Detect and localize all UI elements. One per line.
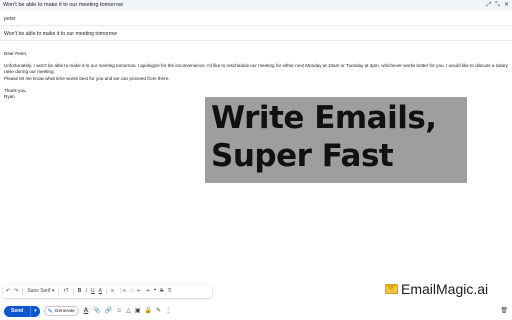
drive-icon[interactable]: △ — [126, 308, 131, 314]
subject-field[interactable]: Won't be able to make it to our meeting … — [0, 27, 512, 41]
quote-icon[interactable]: ❝ — [153, 289, 156, 294]
promo-line1: Write Emails, — [211, 100, 437, 136]
formatting-toolbar: ↶ ↷ Sans Serif ▾ ᴛT B I U A ≡ ⋮≡ ∷ ⇤ ⇥ ❝… — [3, 285, 212, 298]
generate-button[interactable]: ✎ Generate — [43, 306, 79, 316]
compose-window: Won't be able to make it to our meeting … — [0, 0, 512, 320]
generate-label: Generate — [54, 308, 75, 314]
compose-title: Won't be able to make it to our meeting … — [3, 2, 123, 8]
envelope-icon — [385, 284, 398, 294]
lock-icon[interactable]: 🔒 — [145, 308, 152, 314]
expand-icon[interactable]: ⤡ — [495, 2, 500, 8]
text-color-button[interactable]: A — [99, 289, 102, 294]
send-button[interactable]: Send — [4, 305, 31, 317]
minimize-icon[interactable]: ⤢ — [486, 2, 491, 8]
font-size-icon[interactable]: ᴛT — [63, 289, 68, 294]
font-family-select[interactable]: Sans Serif ▾ — [27, 289, 54, 294]
attach-icon[interactable]: 📎 — [93, 308, 100, 314]
brand-logo: EmailMagic.ai — [385, 281, 488, 297]
trash-icon[interactable]: 🗑 — [500, 308, 508, 314]
close-icon[interactable]: ✕ — [504, 2, 509, 8]
body-paragraph-line1: Unfortunately, I won't be able to make i… — [4, 63, 508, 75]
compose-title-bar: Won't be able to make it to our meeting … — [0, 0, 512, 10]
recipients-field[interactable]: peter — [0, 12, 512, 26]
brand-name: EmailMagic.ai — [401, 281, 489, 297]
link-icon[interactable]: 🔗 — [105, 308, 112, 314]
indent-less-icon[interactable]: ⇤ — [137, 289, 141, 294]
clear-formatting-icon[interactable]: T̸ — [168, 289, 171, 294]
send-button-group: Send ▾ — [4, 305, 40, 317]
subject-value: Won't be able to make it to our meeting … — [4, 30, 118, 37]
emoji-icon[interactable]: ☺ — [116, 308, 122, 314]
message-body[interactable]: Dear Peter, Unfortunately, I won't be ab… — [4, 51, 508, 100]
underline-button[interactable]: U — [91, 289, 95, 294]
redo-icon[interactable]: ↷ — [14, 289, 18, 294]
undo-icon[interactable]: ↶ — [6, 289, 10, 294]
toolbar-divider — [22, 288, 24, 295]
strikethrough-button[interactable]: S — [160, 289, 163, 294]
toolbar-divider — [58, 288, 60, 295]
photo-icon[interactable]: ▣ — [135, 308, 141, 314]
chevron-down-icon: ▾ — [51, 288, 55, 294]
promo-line2: Super Fast — [211, 138, 394, 174]
bulleted-list-icon[interactable]: ∷ — [130, 289, 133, 294]
align-icon[interactable]: ≡ — [111, 289, 114, 294]
bold-button[interactable]: B — [78, 289, 82, 294]
numbered-list-icon[interactable]: ⋮≡ — [118, 289, 126, 294]
toolbar-divider — [72, 288, 74, 295]
pen-icon: ✎ — [47, 308, 53, 315]
font-family-label: Sans Serif — [27, 288, 51, 294]
promo-banner: Write Emails, Super Fast — [205, 97, 467, 183]
formatting-options-icon[interactable]: A — [82, 308, 90, 314]
compose-action-bar: Send ▾ ✎ Generate A 📎 🔗 ☺ △ ▣ 🔒 ✎ ⋮ 🗑 — [0, 303, 512, 319]
indent-more-icon[interactable]: ⇥ — [145, 289, 149, 294]
window-controls: ⤢ ⤡ ✕ — [486, 2, 509, 8]
signature-icon[interactable]: ✎ — [156, 308, 161, 314]
toolbar-divider — [106, 288, 108, 295]
recipient-value: peter — [4, 15, 16, 22]
send-options-button[interactable]: ▾ — [30, 305, 40, 317]
italic-button[interactable]: I — [85, 289, 87, 294]
more-options-icon[interactable]: ⋮ — [165, 308, 171, 314]
